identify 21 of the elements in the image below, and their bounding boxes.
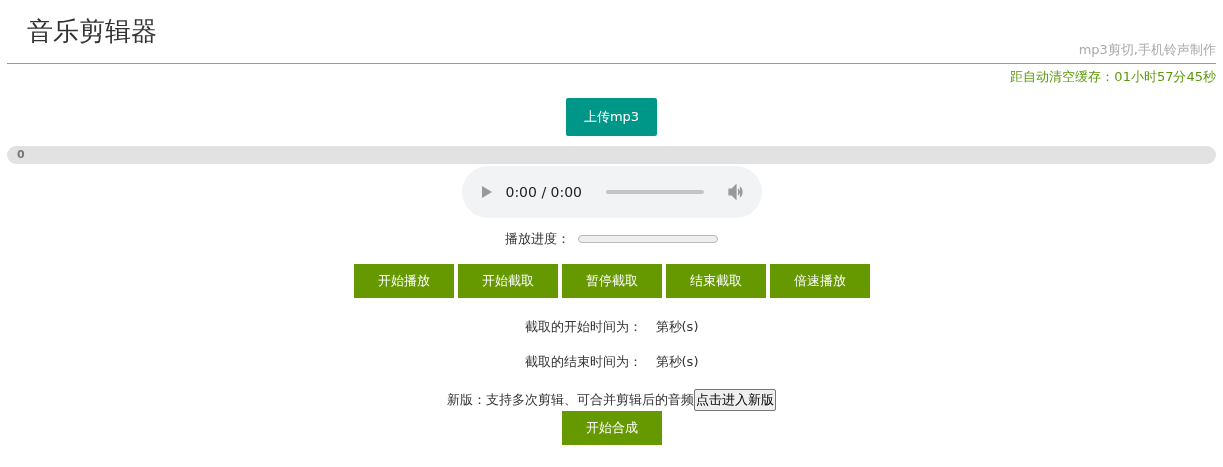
time-label: 截取的结束时间为： [524, 353, 642, 371]
new-version-note: 新版：支持多次剪辑、可合并剪辑后的音频 [447, 391, 694, 409]
merge-button[interactable]: 开始合成 [561, 411, 662, 445]
subtitle: mp3剪切,手机铃声制作 [1078, 41, 1216, 59]
playback-progress-label: 播放进度： [505, 230, 570, 248]
time-value: 第秒(s) [655, 353, 699, 371]
progress-value: 0 [17, 148, 25, 161]
control-button[interactable]: 开始播放 [353, 264, 454, 298]
control-button[interactable]: 暂停截取 [561, 264, 662, 298]
new-version-button[interactable]: 点击进入新版 [694, 389, 776, 411]
upload-button[interactable]: 上传mp3 [566, 98, 657, 136]
cache-timer: 距自动清空缓存：01小时57分45秒 [1010, 68, 1216, 86]
time-display: 0:00 / 0:00 [505, 184, 582, 200]
control-button[interactable]: 开始截取 [457, 264, 558, 298]
control-button[interactable]: 结束截取 [665, 264, 766, 298]
page-title: 音乐剪辑器 [27, 15, 157, 48]
control-button[interactable]: 倍速播放 [769, 264, 870, 298]
time-value: 第秒(s) [655, 318, 699, 336]
time-label: 截取的开始时间为： [524, 318, 642, 336]
play-icon[interactable] [481, 186, 492, 198]
volume-icon[interactable] [727, 184, 744, 200]
